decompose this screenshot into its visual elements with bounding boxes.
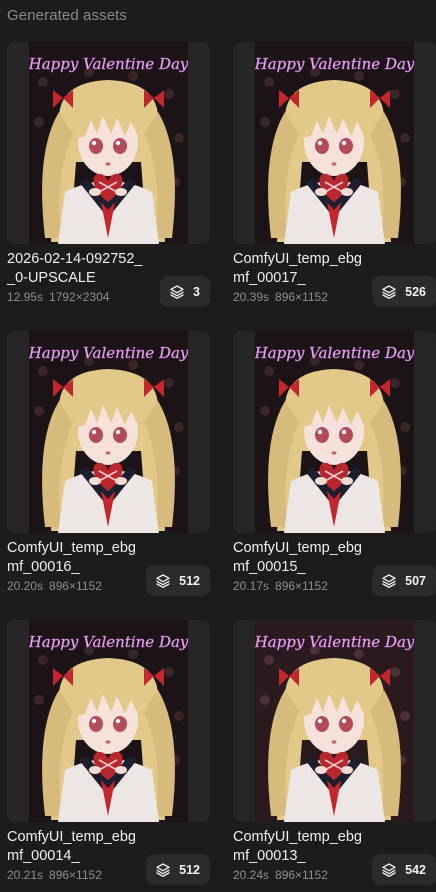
asset-grid: Happy Valentine Day 2026-02-14-092752_ _… <box>7 42 436 885</box>
asset-thumbnail[interactable]: Happy Valentine Day <box>7 42 210 244</box>
page-title: Generated assets <box>7 7 128 24</box>
layers-icon <box>155 862 171 878</box>
asset-name: ComfyUI_temp_ebg mf_00014_ <box>7 829 136 864</box>
asset-name: 2026-02-14-092752_ _0-UPSCALE <box>7 251 143 286</box>
asset-count-badge[interactable]: 512 <box>146 565 210 596</box>
asset-card[interactable]: Happy Valentine Day ComfyUI_temp_ebg mf_… <box>7 331 210 596</box>
asset-meta: 20.24s 896×1152 <box>233 868 328 882</box>
asset-name: ComfyUI_temp_ebg mf_00016_ <box>7 540 136 575</box>
asset-card[interactable]: Happy Valentine Day ComfyUI_temp_ebg mf_… <box>233 42 436 307</box>
svg-text:Happy Valentine Day: Happy Valentine Day <box>29 633 188 651</box>
asset-count: 526 <box>405 284 426 299</box>
asset-count-badge[interactable]: 507 <box>372 565 436 596</box>
asset-thumbnail[interactable]: Happy Valentine Day <box>233 331 436 533</box>
asset-count-badge[interactable]: 542 <box>372 854 436 885</box>
asset-dimensions: 1792×2304 <box>49 290 110 304</box>
svg-text:Happy Valentine Day: Happy Valentine Day <box>255 344 414 362</box>
asset-dimensions: 896×1152 <box>275 868 328 882</box>
asset-meta: 12.95s 1792×2304 <box>7 290 109 304</box>
asset-thumbnail[interactable]: Happy Valentine Day <box>7 331 210 533</box>
asset-duration: 20.21s <box>7 868 44 882</box>
svg-text:Happy Valentine Day: Happy Valentine Day <box>29 344 188 362</box>
artwork-image: Happy Valentine Day <box>255 42 414 244</box>
asset-card[interactable]: Happy Valentine Day ComfyUI_temp_ebg mf_… <box>233 620 436 885</box>
asset-card[interactable]: Happy Valentine Day ComfyUI_temp_ebg mf_… <box>7 620 210 885</box>
asset-name: ComfyUI_temp_ebg mf_00015_ <box>233 540 362 575</box>
asset-card[interactable]: Happy Valentine Day 2026-02-14-092752_ _… <box>7 42 210 307</box>
layers-icon <box>169 284 185 300</box>
svg-text:Happy Valentine Day: Happy Valentine Day <box>29 55 188 73</box>
asset-count-badge[interactable]: 3 <box>160 276 210 307</box>
svg-text:Happy Valentine Day: Happy Valentine Day <box>255 55 414 73</box>
asset-thumbnail[interactable]: Happy Valentine Day <box>233 42 436 244</box>
asset-count: 3 <box>193 284 200 299</box>
asset-thumbnail[interactable]: Happy Valentine Day <box>233 620 436 822</box>
artwork-image: Happy Valentine Day <box>255 620 414 822</box>
artwork-image: Happy Valentine Day <box>255 331 414 533</box>
asset-duration: 20.24s <box>233 868 270 882</box>
asset-meta: 20.20s 896×1152 <box>7 579 102 593</box>
asset-count: 507 <box>405 573 426 588</box>
layers-icon <box>381 573 397 589</box>
asset-name: ComfyUI_temp_ebg mf_00013_ <box>233 829 362 864</box>
asset-count: 542 <box>405 862 426 877</box>
asset-duration: 20.39s <box>233 290 270 304</box>
artwork-image: Happy Valentine Day <box>29 331 188 533</box>
asset-dimensions: 896×1152 <box>49 868 102 882</box>
layers-icon <box>381 284 397 300</box>
asset-meta: 20.39s 896×1152 <box>233 290 328 304</box>
layers-icon <box>155 573 171 589</box>
asset-dimensions: 896×1152 <box>275 579 328 593</box>
asset-meta: 20.17s 896×1152 <box>233 579 328 593</box>
svg-text:Happy Valentine Day: Happy Valentine Day <box>255 633 414 651</box>
asset-dimensions: 896×1152 <box>275 290 328 304</box>
asset-count-badge[interactable]: 526 <box>372 276 436 307</box>
asset-duration: 20.17s <box>233 579 270 593</box>
asset-count-badge[interactable]: 512 <box>146 854 210 885</box>
asset-duration: 12.95s <box>7 290 44 304</box>
asset-card[interactable]: Happy Valentine Day ComfyUI_temp_ebg mf_… <box>233 331 436 596</box>
layers-icon <box>381 862 397 878</box>
artwork-image: Happy Valentine Day <box>29 620 188 822</box>
asset-name: ComfyUI_temp_ebg mf_00017_ <box>233 251 362 286</box>
asset-meta: 20.21s 896×1152 <box>7 868 102 882</box>
artwork-image: Happy Valentine Day <box>29 42 188 244</box>
asset-count: 512 <box>179 862 200 877</box>
asset-duration: 20.20s <box>7 579 44 593</box>
asset-count: 512 <box>179 573 200 588</box>
asset-thumbnail[interactable]: Happy Valentine Day <box>7 620 210 822</box>
asset-dimensions: 896×1152 <box>49 579 102 593</box>
